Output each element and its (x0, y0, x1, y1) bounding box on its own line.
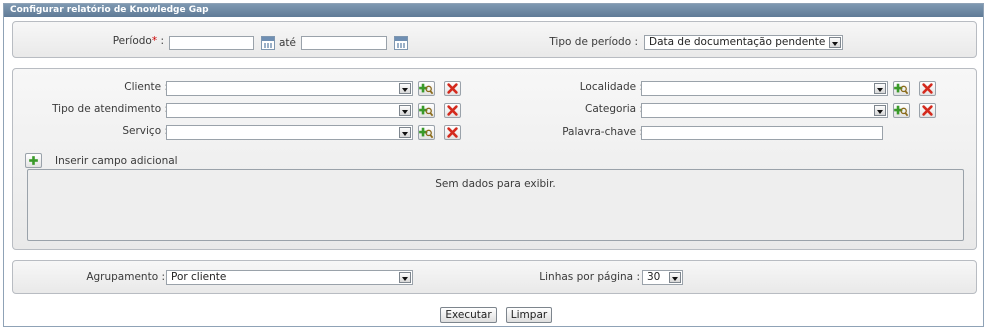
red-x-icon (920, 82, 935, 95)
chevron-down-icon[interactable] (399, 272, 411, 283)
palavra-chave-label: Palavra-chave : (562, 126, 643, 138)
linhas-select[interactable]: 30 (642, 270, 683, 285)
red-x-icon (445, 126, 460, 139)
ate-label: até (279, 37, 297, 49)
remove-cliente-button[interactable] (444, 81, 461, 96)
linhas-label: Linhas por página : (539, 271, 640, 283)
grouping-panel: Agrupamento : Por cliente Linhas por pág… (12, 260, 977, 294)
chevron-down-icon[interactable] (399, 83, 411, 94)
categoria-select[interactable] (641, 103, 888, 118)
add-green-plus-icon (26, 154, 41, 167)
calendar-icon[interactable] (394, 36, 408, 50)
remove-servico-button[interactable] (444, 125, 461, 140)
chevron-down-icon[interactable] (874, 83, 886, 94)
chevron-down-icon[interactable] (399, 105, 411, 116)
add-localidade-button[interactable] (893, 81, 910, 96)
chevron-down-icon[interactable] (399, 127, 411, 138)
red-x-icon (445, 82, 460, 95)
chevron-down-icon[interactable] (874, 105, 886, 116)
red-x-icon (920, 104, 935, 117)
add-categoria-button[interactable] (893, 103, 910, 118)
remove-tipo-atendimento-button[interactable] (444, 103, 461, 118)
limpar-button[interactable]: Limpar (506, 307, 552, 323)
add-cliente-button[interactable] (418, 81, 435, 96)
categoria-label: Categoria : (585, 103, 643, 115)
tipo-atendimento-select[interactable] (166, 103, 413, 118)
add-search-icon (419, 104, 434, 117)
red-x-icon (445, 104, 460, 117)
tipo-periodo-select[interactable]: Data de documentação pendente (644, 35, 843, 50)
period-end-input[interactable] (301, 36, 387, 50)
period-start-input[interactable] (169, 36, 254, 50)
add-search-icon (419, 126, 434, 139)
empty-message: Sem dados para exibir. (435, 178, 556, 190)
tipo-atendimento-label: Tipo de atendimento : (52, 103, 168, 115)
inserir-campo-label[interactable]: Inserir campo adicional (55, 155, 178, 167)
servico-label: Serviço : (122, 125, 168, 137)
cliente-label: Cliente : (124, 81, 168, 93)
inserir-campo-button[interactable] (25, 153, 42, 168)
agrupamento-select[interactable]: Por cliente (166, 270, 413, 285)
report-config-window: Configurar relatório de Knowledge Gap Pe… (3, 3, 984, 327)
add-search-icon (894, 82, 909, 95)
servico-select[interactable] (166, 125, 413, 140)
chevron-down-icon[interactable] (669, 272, 681, 283)
executar-button[interactable]: Executar (440, 307, 497, 323)
remove-localidade-button[interactable] (919, 81, 936, 96)
add-tipo-atendimento-button[interactable] (418, 103, 435, 118)
additional-fields-grid: Sem dados para exibir. (27, 169, 964, 241)
remove-categoria-button[interactable] (919, 103, 936, 118)
period-panel: Período* : até Tipo de período : Data de… (12, 21, 977, 58)
tipo-periodo-label: Tipo de período : (549, 36, 638, 48)
localidade-select[interactable] (641, 81, 888, 96)
add-servico-button[interactable] (418, 125, 435, 140)
palavra-chave-input[interactable] (641, 126, 883, 140)
chevron-down-icon[interactable] (829, 37, 841, 48)
filters-panel: Cliente : Tipo de atendimento : Serviço … (12, 68, 977, 250)
calendar-icon[interactable] (261, 36, 275, 50)
add-search-icon (894, 104, 909, 117)
periodo-label: Período* : (112, 35, 164, 47)
localidade-label: Localidade : (579, 81, 643, 93)
cliente-select[interactable] (166, 81, 413, 96)
agrupamento-label: Agrupamento : (86, 271, 165, 283)
window-title: Configurar relatório de Knowledge Gap (4, 4, 983, 17)
add-search-icon (419, 82, 434, 95)
